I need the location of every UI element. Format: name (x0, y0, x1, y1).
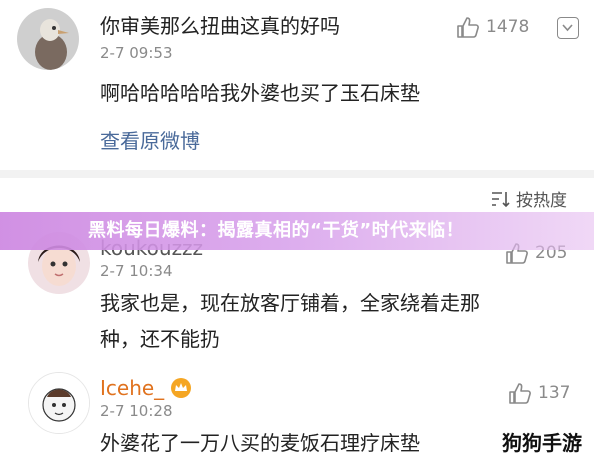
comment-text-line2: 种，还不能扔 (100, 327, 220, 351)
comment-text: 外婆花了一万八买的麦饭石理疗床垫 (100, 431, 420, 455)
view-original-link[interactable]: 查看原微博 (100, 124, 200, 158)
sort-button[interactable]: 按热度 (490, 186, 567, 211)
promo-banner[interactable]: 黑料每日爆料：揭露真相的“干货”时代来临！ (0, 212, 594, 250)
more-icon[interactable] (557, 17, 579, 39)
divider (0, 170, 594, 178)
like-button[interactable]: 137 (508, 382, 570, 404)
like-count: 137 (538, 383, 571, 403)
sort-label: 按热度 (516, 191, 567, 211)
thumbs-up-icon (509, 383, 531, 404)
comment-time: 2-7 09:53 (100, 44, 173, 62)
chevron-down-icon (562, 24, 573, 32)
comment-time: 2-7 10:28 (100, 402, 173, 420)
comment-nickname[interactable]: Icehe_ (100, 376, 164, 400)
comment-header: Icehe_ (100, 376, 192, 400)
comment-text: 啊哈哈哈哈哈我外婆也买了玉石床垫 (100, 81, 420, 105)
vip-crown-icon (171, 378, 192, 398)
sort-icon (492, 191, 510, 207)
watermark: 狗狗手游 (498, 427, 586, 456)
avatar[interactable] (28, 372, 90, 434)
comment-text-line1: 我家也是，现在放客厅铺着，全家绕着走那 (100, 291, 480, 315)
comment-time: 2-7 10:34 (100, 262, 173, 280)
like-count: 1478 (486, 17, 530, 37)
thumbs-up-icon (457, 17, 479, 38)
like-button[interactable]: 1478 (456, 16, 529, 38)
avatar[interactable] (17, 8, 79, 70)
comment-title: 你审美那么扭曲这真的好吗 (100, 14, 340, 38)
